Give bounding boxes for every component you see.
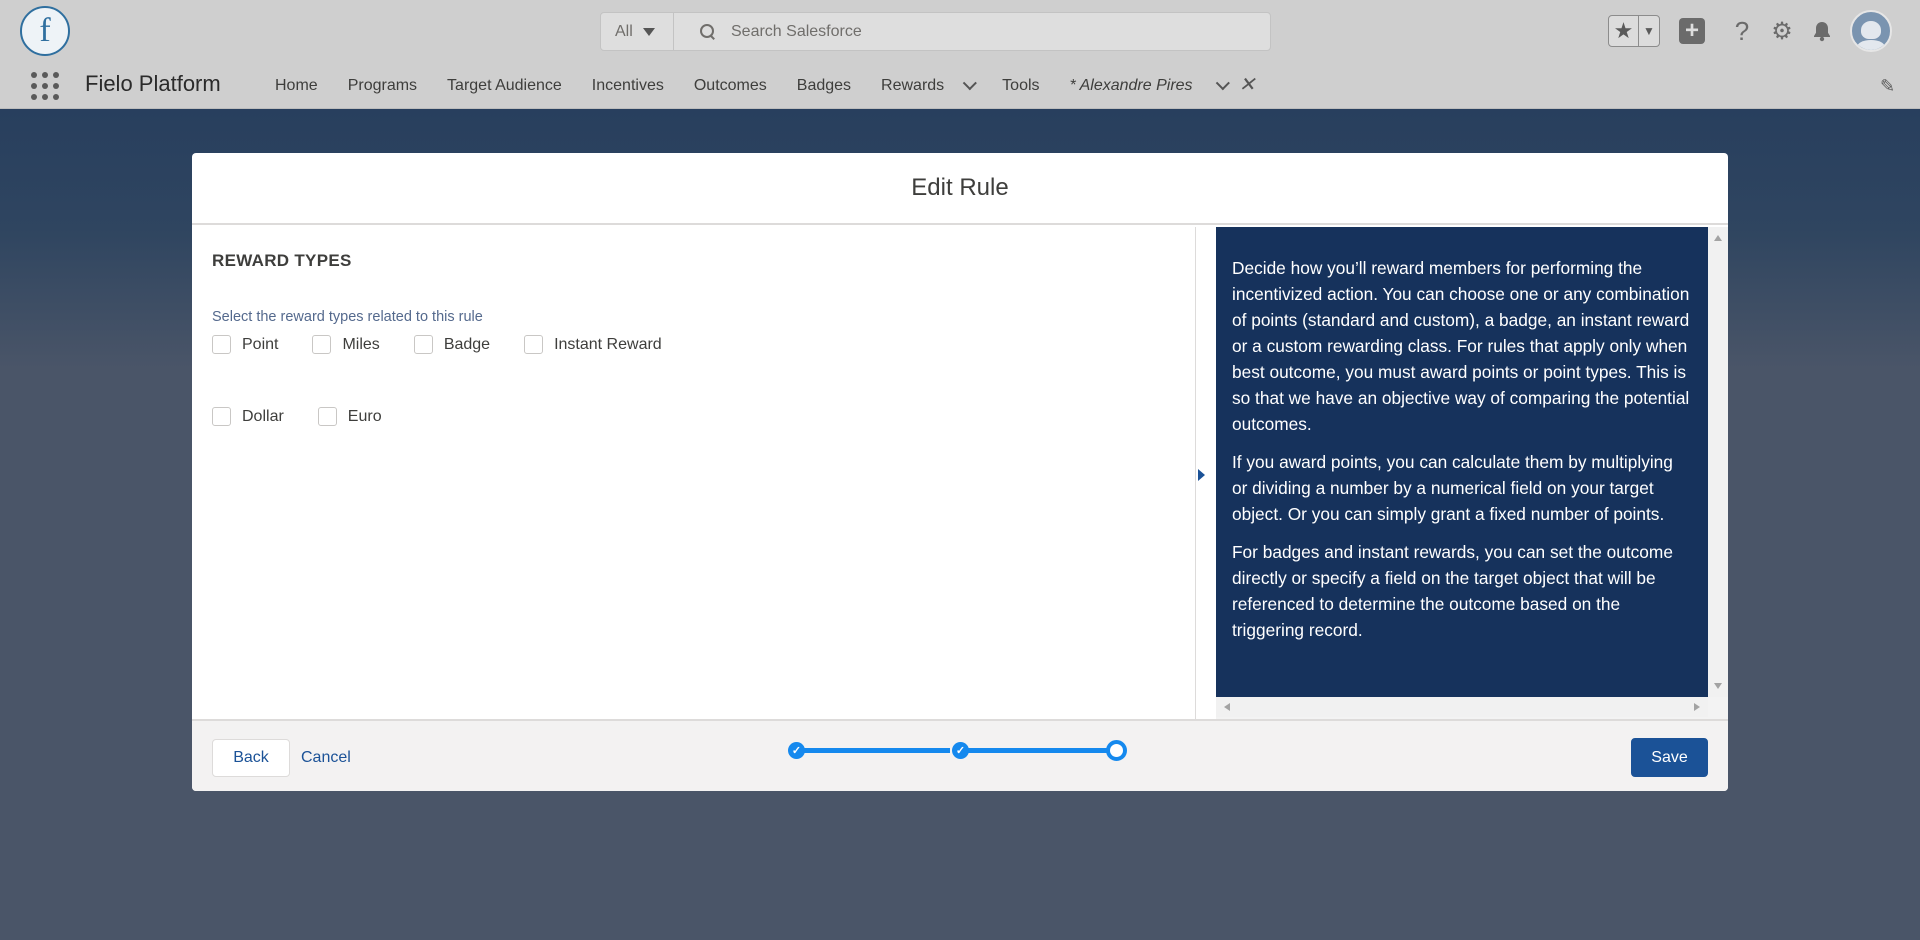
chevron-down-icon[interactable]: ▼ <box>1639 24 1659 38</box>
app-name: Fielo Platform <box>85 71 221 96</box>
checkbox-box[interactable] <box>317 407 337 426</box>
field-label: Select the reward types related to this … <box>212 309 483 325</box>
nav-item-incentives[interactable]: Incentives <box>577 62 679 109</box>
checkbox-box[interactable] <box>524 335 544 354</box>
app-launcher-icon[interactable] <box>31 72 59 100</box>
bell-icon <box>1814 22 1830 42</box>
favorites-button[interactable]: ★ ▼ <box>1608 15 1660 47</box>
nav-item-label: Target Audience <box>447 77 562 94</box>
help-paragraph: For badges and instant rewards, you can … <box>1232 542 1673 640</box>
nav-item-label: Tools <box>1002 77 1040 94</box>
edit-nav-pencil-icon[interactable]: ✎ <box>1880 76 1898 96</box>
tab-alexandre-pires[interactable]: * Alexandre Pires ✕ <box>1055 62 1271 109</box>
nav-item-label: Incentives <box>591 77 664 94</box>
checkbox-dollar[interactable]: Dollar <box>212 407 284 426</box>
checkbox-miles[interactable]: Miles <box>312 335 380 354</box>
modal-body: REWARD TYPES Select the reward types rel… <box>192 227 1728 719</box>
checkbox-label: Badge <box>443 335 491 353</box>
progress-bar-segment <box>964 748 1108 753</box>
search-scope-label: All <box>615 22 633 40</box>
checkbox-box[interactable] <box>212 407 231 426</box>
step-complete-check-icon[interactable]: ✓ <box>788 742 805 759</box>
checkbox-box[interactable] <box>312 335 332 354</box>
header-utility-icons: ★ ▼ + ? ⚙ <box>1608 10 1892 52</box>
add-icon: + <box>1679 18 1705 44</box>
scroll-left-icon[interactable] <box>1224 703 1230 711</box>
logo-letter: f <box>39 12 51 49</box>
fielo-logo[interactable]: f <box>20 6 70 56</box>
help-frame: Decide how you’ll reward members for per… <box>1216 227 1728 719</box>
step-complete-check-icon[interactable]: ✓ <box>952 742 969 759</box>
nav-item-label: Outcomes <box>693 77 767 94</box>
checkbox-row: Point Miles Badge Instant Reward <box>212 335 696 354</box>
nav-items: Home Programs Target Audience Incentives… <box>260 62 1270 109</box>
global-search: All <box>600 12 1271 51</box>
search-input[interactable] <box>731 22 1270 41</box>
close-icon[interactable]: ✕ <box>1239 62 1256 109</box>
cancel-button[interactable]: Cancel <box>301 739 351 777</box>
nav-item-outcomes[interactable]: Outcomes <box>679 62 782 109</box>
nav-item-tools[interactable]: Tools <box>987 62 1054 109</box>
star-icon[interactable]: ★ <box>1609 16 1639 46</box>
caret-down-icon <box>642 27 655 36</box>
nav-item-rewards[interactable]: Rewards <box>866 62 987 109</box>
checkbox-label: Point <box>242 335 279 353</box>
checkbox-label: Instant Reward <box>554 335 662 353</box>
checkbox-euro[interactable]: Euro <box>317 407 382 426</box>
checkbox-row: Dollar Euro <box>212 407 416 426</box>
checkbox-point[interactable]: Point <box>212 335 278 354</box>
gear-icon: ⚙ <box>1771 17 1793 45</box>
step-current-icon[interactable] <box>1106 740 1127 761</box>
scroll-right-icon[interactable] <box>1694 703 1700 711</box>
help-paragraph: If you award points, you can calculate t… <box>1232 452 1673 524</box>
avatar[interactable] <box>1850 10 1892 52</box>
save-button[interactable]: Save <box>1631 738 1708 777</box>
nav-item-label: Programs <box>347 77 418 94</box>
help-icon: ? <box>1734 15 1750 46</box>
nav-item-label: Rewards <box>881 77 945 94</box>
nav-item-label: Home <box>275 77 318 94</box>
checkbox-label: Dollar <box>242 407 284 425</box>
nav-item-badges[interactable]: Badges <box>782 62 866 109</box>
setup-button[interactable]: ⚙ <box>1768 17 1796 45</box>
modal-header: Edit Rule <box>192 153 1728 225</box>
horizontal-scrollbar[interactable] <box>1216 697 1708 717</box>
nav-item-target-audience[interactable]: Target Audience <box>432 62 577 109</box>
global-header: f All ★ ▼ + ? ⚙ <box>0 0 1920 62</box>
checkbox-badge[interactable]: Badge <box>413 335 491 354</box>
vertical-scrollbar[interactable] <box>1708 227 1728 697</box>
chevron-down-icon[interactable] <box>1215 75 1230 90</box>
tab-label: * Alexandre Pires <box>1069 77 1193 94</box>
checkbox-label: Euro <box>347 407 382 425</box>
search-icon <box>700 24 715 39</box>
reward-types-pane: REWARD TYPES Select the reward types rel… <box>192 227 1196 719</box>
checkbox-box[interactable] <box>212 335 231 354</box>
section-title: REWARD TYPES <box>212 251 352 270</box>
nav-item-label: Badges <box>796 77 852 94</box>
back-button[interactable]: Back <box>212 739 290 777</box>
nav-item-home[interactable]: Home <box>260 62 333 109</box>
edit-rule-modal: Edit Rule REWARD TYPES Select the reward… <box>192 153 1728 791</box>
notifications-button[interactable] <box>1808 17 1836 45</box>
app-nav-bar: Fielo Platform Home Programs Target Audi… <box>0 62 1920 109</box>
checkbox-instant-reward[interactable]: Instant Reward <box>524 335 662 354</box>
help-button[interactable]: ? <box>1728 15 1756 46</box>
modal-footer: Back Cancel ✓ ✓ Save <box>192 719 1728 791</box>
search-scope-dropdown[interactable]: All <box>601 13 674 50</box>
scroll-up-icon[interactable] <box>1714 235 1722 241</box>
help-paragraph: Decide how you’ll reward members for per… <box>1232 258 1690 434</box>
progress-indicator: ✓ ✓ <box>788 740 1128 761</box>
checkbox-label: Miles <box>342 335 380 353</box>
global-actions-button[interactable]: + <box>1678 17 1706 45</box>
collapse-help-arrow-icon[interactable] <box>1198 469 1205 481</box>
checkbox-box[interactable] <box>413 335 433 354</box>
nav-item-programs[interactable]: Programs <box>333 62 432 109</box>
chevron-down-icon[interactable] <box>962 75 978 90</box>
modal-title: Edit Rule <box>911 174 1009 201</box>
progress-bar-segment <box>800 748 950 753</box>
scroll-down-icon[interactable] <box>1714 683 1722 689</box>
help-panel: Decide how you’ll reward members for per… <box>1216 227 1708 697</box>
